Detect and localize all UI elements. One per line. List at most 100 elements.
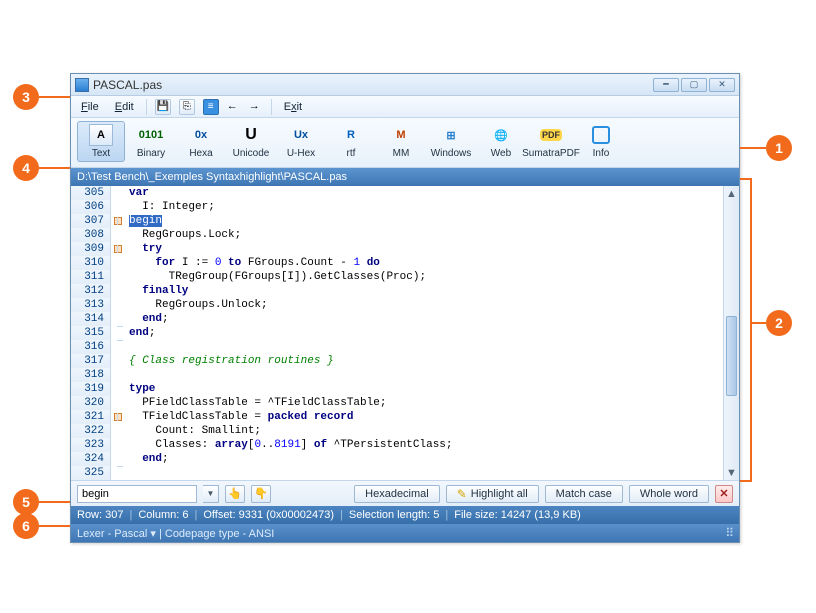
toolbar-binary-button[interactable]: 0101Binary [127,121,175,162]
line-number: 314 [71,312,111,326]
line-number: 313 [71,298,111,312]
code-line[interactable]: 323 Classes: array[0..8191] of ^TPersist… [71,438,723,452]
code-line[interactable]: 317{ Class registration routines } [71,354,723,368]
code-line[interactable]: 324 end; [71,452,723,466]
minimize-button[interactable]: ━ [653,78,679,92]
find-next-button[interactable]: 👇 [251,485,271,503]
line-number: 319 [71,382,111,396]
menubar: File Edit 💾 ⎘ ≡ ← → Exit [71,96,739,118]
menu-file[interactable]: File [77,99,103,115]
resize-grip-icon[interactable]: ⠿ [725,526,733,540]
window-title: PASCAL.pas [93,78,651,92]
code-line[interactable]: 319 type [71,382,723,396]
toolbar-mm-button[interactable]: MMM [377,121,425,162]
scrollbar-thumb[interactable] [726,316,737,396]
code-text: var [125,186,149,200]
menu-edit[interactable]: Edit [111,99,138,115]
menu-icon-blank[interactable]: ← [227,100,241,114]
annotation-1: 1 [766,135,792,161]
code-line[interactable]: 310 for I := 0 to FGroups.Count - 1 do [71,256,723,270]
highlight-all-button[interactable]: ✎Highlight all [446,485,539,503]
findbar-close-button[interactable]: ✕ [715,485,733,503]
line-number: 305 [71,186,111,200]
whole-word-button[interactable]: Whole word [629,485,709,503]
menu-icon-save[interactable]: 💾 [155,99,171,115]
menu-icon-tool[interactable]: ≡ [203,99,219,115]
code-line[interactable]: 306 I: Integer; [71,200,723,214]
code-line[interactable]: 318 [71,368,723,382]
toolbar-rtf-button[interactable]: Rrtf [327,121,375,162]
code-line[interactable]: 308 RegGroups.Lock; [71,228,723,242]
code-line[interactable]: 316 [71,340,723,354]
code-line[interactable]: 325 [71,466,723,480]
code-line[interactable]: 321 TFieldClassTable = packed record [71,410,723,424]
find-prev-button[interactable]: 👆 [225,485,245,503]
toolbar-pdf-button[interactable]: PDFSumatraPDF [527,121,575,162]
maximize-button[interactable]: ▢ [681,78,707,92]
match-case-button[interactable]: Match case [545,485,623,503]
code-line[interactable]: 322 Count: Smallint; [71,424,723,438]
code-text: finally [125,284,188,298]
code-line[interactable]: 313 RegGroups.Unlock; [71,298,723,312]
line-number: 306 [71,200,111,214]
line-number: 322 [71,424,111,438]
path-text: D:\Test Bench\_Exemples Syntaxhighlight\… [77,171,347,183]
toolbar-text-button[interactable]: AText [77,121,125,162]
code-text: end; [125,312,169,326]
code-text: try [125,242,162,256]
vertical-scrollbar[interactable]: ▲ ▼ [723,186,739,480]
toolbar-hex-button[interactable]: 0xHexa [177,121,225,162]
status-offset: Offset: 9331 (0x00002473) [203,509,334,521]
code-text: I: Integer; [125,200,215,214]
code-line[interactable]: 312 finally [71,284,723,298]
code-line[interactable]: 320 PFieldClassTable = ^TFieldClassTable… [71,396,723,410]
code-line[interactable]: 305 var [71,186,723,200]
status-bar: Row: 307| Column: 6| Offset: 9331 (0x000… [71,506,739,524]
toolbar-uhex-button[interactable]: UxU-Hex [277,121,325,162]
code-text: Classes: array[0..8191] of ^TPersistentC… [125,438,453,452]
line-number: 324 [71,452,111,466]
code-line[interactable]: 307begin [71,214,723,228]
code-line[interactable]: 314 end; [71,312,723,326]
code-text: TFieldClassTable = packed record [125,410,353,424]
menu-exit[interactable]: Exit [280,99,306,115]
menu-icon-copy[interactable]: ⎘ [179,99,195,115]
line-number: 318 [71,368,111,382]
toolbar-web-button[interactable]: 🌐Web [477,121,525,162]
code-text: RegGroups.Unlock; [125,298,268,312]
code-text: begin [125,214,162,228]
line-number: 320 [71,396,111,410]
code-line[interactable]: 309 try [71,242,723,256]
line-number: 309 [71,242,111,256]
find-input[interactable] [77,485,197,503]
code-line[interactable]: 315end; [71,326,723,340]
toolbar-unicode-button[interactable]: UUnicode [227,121,275,162]
annotation-2: 2 [766,310,792,336]
code-line[interactable]: 311 TRegGroup(FGroups[I]).GetClasses(Pro… [71,270,723,284]
find-dropdown[interactable]: ▼ [203,485,219,503]
annotation-4: 4 [13,155,39,181]
toolbar-windows-button[interactable]: ⊞Windows [427,121,475,162]
code-editor[interactable]: 305var306 I: Integer;307begin308 RegGrou… [71,186,723,480]
toolbar-info-button[interactable]: Info [577,121,625,162]
status-bar-2: Lexer - Pascal ▾ | Codepage type - ANSI … [71,524,739,542]
code-text: for I := 0 to FGroups.Count - 1 do [125,256,380,270]
code-text: RegGroups.Lock; [125,228,241,242]
status-lexer[interactable]: Lexer - Pascal ▾ [77,528,156,540]
hexadecimal-button[interactable]: Hexadecimal [354,485,440,503]
menu-icon-blank2[interactable]: → [249,100,263,114]
line-number: 316 [71,340,111,354]
close-button[interactable]: ✕ [709,78,735,92]
code-text: type [125,382,155,396]
titlebar[interactable]: PASCAL.pas ━ ▢ ✕ [71,74,739,96]
code-text: end; [125,326,155,340]
code-text: { Class registration routines } [125,354,334,368]
annotation-3: 3 [13,84,39,110]
line-number: 323 [71,438,111,452]
status-row: Row: 307 [77,509,123,521]
status-selection: Selection length: 5 [349,509,440,521]
status-codepage[interactable]: Codepage type - ANSI [165,528,274,540]
code-text: TRegGroup(FGroups[I]).GetClasses(Proc); [125,270,426,284]
status-filesize: File size: 14247 (13,9 KB) [454,509,581,521]
status-column: Column: 6 [138,509,188,521]
